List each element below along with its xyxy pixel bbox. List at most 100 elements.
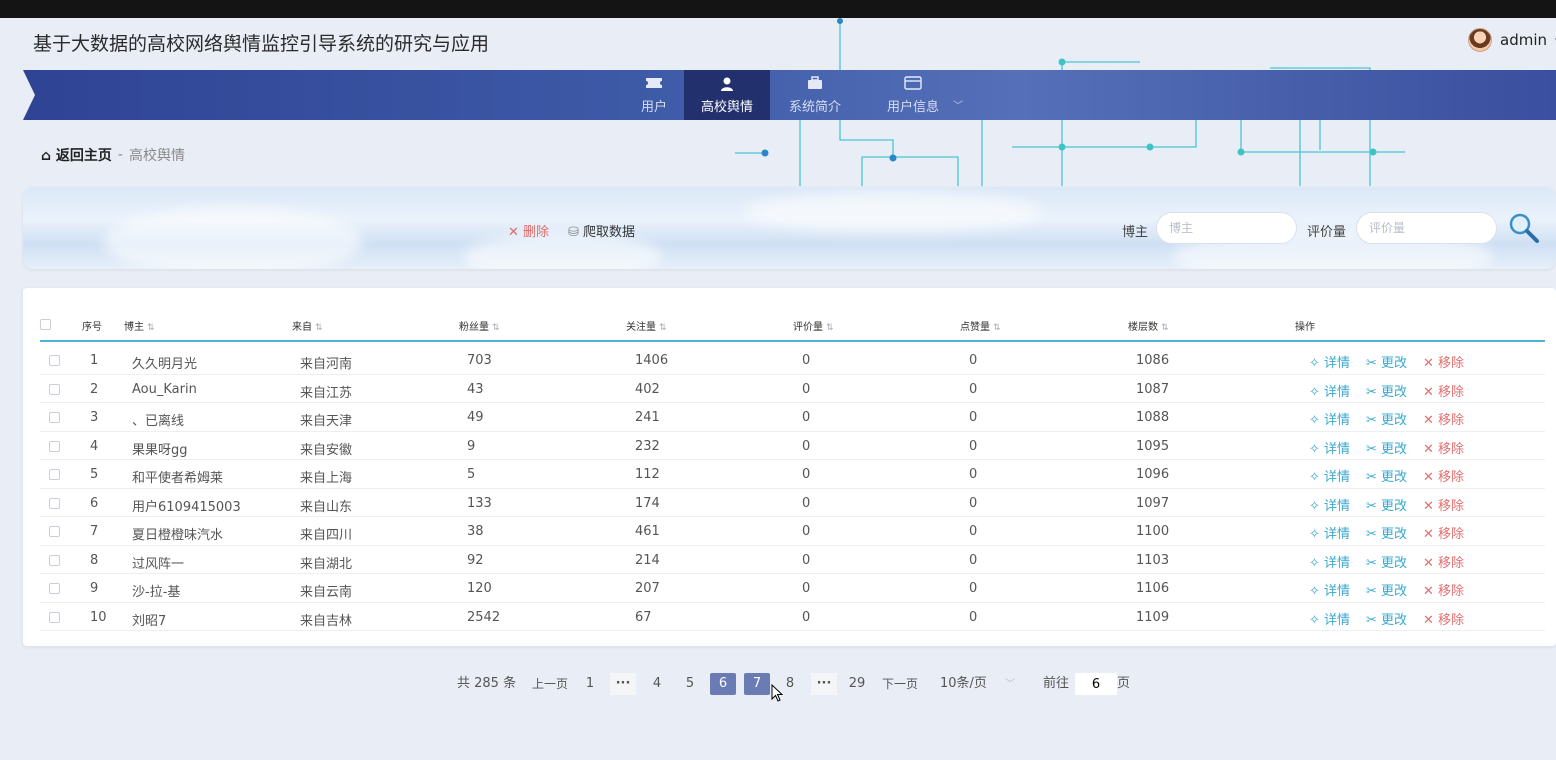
- row-checkbox[interactable]: [49, 554, 60, 566]
- nav-item-campus-opinion[interactable]: 高校舆情: [684, 70, 770, 120]
- cell-floor: 1106: [1136, 581, 1170, 596]
- remove-button[interactable]: ✕ 移除: [1423, 523, 1464, 542]
- cell-blogger: 、已离线: [132, 414, 185, 429]
- cell-no: 10: [90, 609, 107, 625]
- detail-button[interactable]: ✧ 详情: [1309, 609, 1350, 628]
- crawl-button-label: 爬取数据: [583, 225, 636, 240]
- comments-search-input[interactable]: [1356, 212, 1497, 244]
- table-row[interactable]: 6 用户6109415003 来自山东 133 174 0 0 1097 ✧ 详情 ✂ 更改 ✕ 移…: [40, 489, 1545, 517]
- nav-item-users[interactable]: 用户: [626, 70, 682, 120]
- header-blogger[interactable]: 博主 ⇅: [124, 318, 155, 333]
- blogger-search-input[interactable]: [1156, 212, 1297, 244]
- nav-item-user-info[interactable]: 用户信息: [873, 70, 953, 120]
- remove-button[interactable]: ✕ 移除: [1423, 495, 1464, 514]
- page-button-hover[interactable]: 7: [744, 673, 770, 695]
- row-checkbox[interactable]: [49, 611, 60, 623]
- row-checkbox[interactable]: [49, 497, 60, 509]
- table-row[interactable]: 1 久久明月光 来自河南 703 1406 0 0 1086 ✧ 详情 ✂ 更改 ✕ 移除: [40, 346, 1545, 375]
- page-size-select[interactable]: 10条/页 ﹀: [940, 673, 1015, 695]
- detail-button[interactable]: ✧ 详情: [1309, 495, 1350, 514]
- more-pages-button[interactable]: ···: [811, 673, 837, 695]
- row-checkbox[interactable]: [49, 383, 60, 395]
- detail-button[interactable]: ✧ 详情: [1309, 466, 1350, 485]
- page-button-current[interactable]: 6: [710, 673, 736, 695]
- edit-button[interactable]: ✂ 更改: [1366, 409, 1407, 428]
- edit-button[interactable]: ✂ 更改: [1366, 466, 1407, 485]
- cell-likes: 0: [969, 381, 978, 397]
- cell-no: 6: [90, 495, 99, 511]
- page-button[interactable]: 1: [577, 673, 603, 695]
- detail-button[interactable]: ✧ 详情: [1309, 523, 1350, 542]
- page-button[interactable]: 29: [844, 673, 870, 695]
- page-button[interactable]: 5: [677, 673, 703, 695]
- cell-no: 8: [90, 552, 99, 568]
- header-likes[interactable]: 点赞量 ⇅: [960, 318, 1001, 333]
- cell-floor: 1086: [1136, 353, 1170, 368]
- header-follow[interactable]: 关注量 ⇅: [626, 318, 667, 333]
- goto-page-input[interactable]: [1075, 673, 1117, 695]
- edit-button[interactable]: ✂ 更改: [1366, 352, 1407, 371]
- nav-item-system-intro[interactable]: 系统简介: [780, 70, 850, 120]
- header-comments[interactable]: 评价量 ⇅: [793, 318, 834, 333]
- table-row[interactable]: 2 Aou_Karin 来自江苏 43 402 0 0 1087 ✧ 详情 ✂ 更改 ✕ 移除: [40, 375, 1545, 403]
- nav-item-label: 用户信息: [886, 99, 939, 115]
- edit-button[interactable]: ✂ 更改: [1366, 580, 1407, 599]
- user-menu[interactable]: admin ▾: [1468, 28, 1556, 52]
- edit-button[interactable]: ✂ 更改: [1366, 381, 1407, 400]
- next-page-button[interactable]: 下一页: [882, 673, 918, 695]
- table-row[interactable]: 5 和平使者希姆莱 来自上海 5 112 0 0 1096 ✧ 详情 ✂ 更改 ✕ 移除: [40, 460, 1545, 489]
- edit-button[interactable]: ✂ 更改: [1366, 609, 1407, 628]
- prev-page-button[interactable]: 上一页: [532, 673, 568, 695]
- more-pages-button[interactable]: ···: [610, 673, 636, 695]
- cell-fans: 9: [467, 438, 476, 454]
- table-row[interactable]: 4 果果呀gg 来自安徽 9 232 0 0 1095 ✧ 详情 ✂ 更改 ✕ 移除: [40, 432, 1545, 460]
- detail-icon: ✧: [1309, 612, 1325, 628]
- row-checkbox[interactable]: [49, 526, 60, 537]
- remove-button[interactable]: ✕ 移除: [1423, 409, 1464, 428]
- header-from[interactable]: 来自 ⇅: [292, 318, 323, 333]
- chevron-down-icon[interactable]: ﹀: [953, 97, 963, 112]
- header-fans[interactable]: 粉丝量 ⇅: [459, 318, 500, 333]
- row-checkbox[interactable]: [49, 469, 60, 480]
- home-link[interactable]: ⌂ 返回主页: [41, 145, 112, 165]
- page-button[interactable]: 4: [644, 673, 670, 695]
- row-checkbox[interactable]: [49, 412, 60, 423]
- detail-button[interactable]: ✧ 详情: [1309, 409, 1350, 428]
- detail-button[interactable]: ✧ 详情: [1309, 580, 1350, 599]
- remove-button[interactable]: ✕ 移除: [1423, 580, 1464, 599]
- detail-button[interactable]: ✧ 详情: [1309, 352, 1350, 371]
- remove-button[interactable]: ✕ 移除: [1423, 352, 1464, 371]
- remove-button[interactable]: ✕ 移除: [1423, 438, 1464, 457]
- table-row[interactable]: 7 夏日橙橙味汽水 来自四川 38 461 0 0 1100 ✧ 详情 ✂ 更改 ✕ 移除: [40, 517, 1545, 546]
- edit-button[interactable]: ✂ 更改: [1366, 495, 1407, 514]
- table-row[interactable]: 8 过风阵一 来自湖北 92 214 0 0 1103 ✧ 详情 ✂ 更改 ✕ 移除: [40, 546, 1545, 574]
- crawl-data-button[interactable]: ⛁ 爬取数据: [568, 221, 635, 240]
- remove-button[interactable]: ✕ 移除: [1423, 609, 1464, 628]
- select-all-checkbox[interactable]: [40, 319, 51, 330]
- table-row[interactable]: 10 刘昭7 来自吉林 2542 67 0 0 1109 ✧ 详情 ✂ 更改 ✕ 移除: [40, 603, 1545, 631]
- detail-button-label: 详情: [1324, 555, 1351, 571]
- detail-button[interactable]: ✧ 详情: [1309, 381, 1350, 400]
- table-row[interactable]: 3 、已离线 来自天津 49 241 0 0 1088 ✧ 详情 ✂ 更改 ✕ 移除: [40, 403, 1545, 432]
- edit-button-label: 更改: [1381, 612, 1408, 628]
- cell-blogger: Aou_Karin: [132, 381, 197, 397]
- detail-button[interactable]: ✧ 详情: [1309, 438, 1350, 457]
- delete-button[interactable]: ✕ 删除: [508, 221, 549, 240]
- header-floor[interactable]: 楼层数 ⇅: [1128, 318, 1169, 333]
- remove-button[interactable]: ✕ 移除: [1423, 552, 1464, 571]
- edit-icon: ✂: [1366, 555, 1382, 571]
- sort-icon: ⇅: [1161, 323, 1169, 333]
- detail-button[interactable]: ✧ 详情: [1309, 552, 1350, 571]
- table-row[interactable]: 9 沙-拉-基 来自云南 120 207 0 0 1106 ✧ 详情 ✂ 更改 ✕ 移除: [40, 574, 1545, 603]
- remove-button[interactable]: ✕ 移除: [1423, 381, 1464, 400]
- edit-button[interactable]: ✂ 更改: [1366, 523, 1407, 542]
- remove-button-label: 移除: [1438, 612, 1465, 628]
- row-checkbox[interactable]: [49, 440, 60, 452]
- edit-button[interactable]: ✂ 更改: [1366, 552, 1407, 571]
- cell-follow: 461: [635, 524, 660, 539]
- row-checkbox[interactable]: [49, 583, 60, 594]
- search-icon[interactable]: [1507, 211, 1541, 245]
- remove-button[interactable]: ✕ 移除: [1423, 466, 1464, 485]
- row-checkbox[interactable]: [49, 355, 60, 366]
- edit-button[interactable]: ✂ 更改: [1366, 438, 1407, 457]
